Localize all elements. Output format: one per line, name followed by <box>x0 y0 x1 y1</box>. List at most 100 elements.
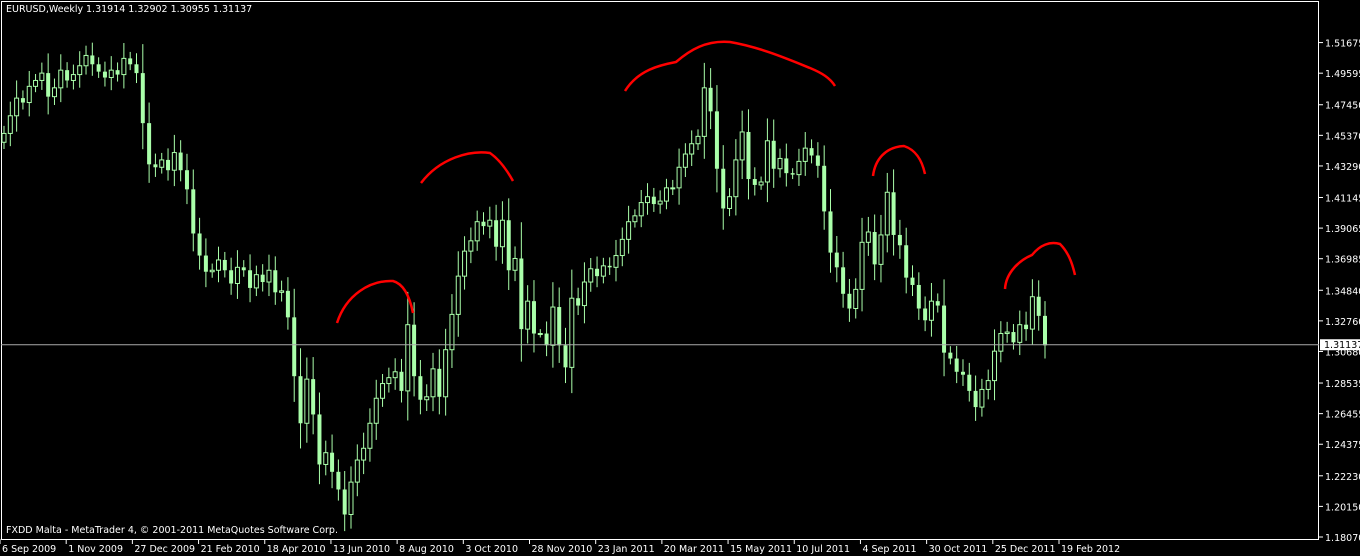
candle-body <box>191 189 196 234</box>
time-axis: 6 Sep 2009 1 Nov 2009 27 Dec 2009 21 Feb 20… <box>0 539 1120 555</box>
candle-body <box>979 388 985 408</box>
candle-body <box>14 97 20 117</box>
candle-body <box>386 377 392 385</box>
candle-body <box>708 87 713 112</box>
candle-body <box>1029 296 1035 330</box>
candle-body <box>689 143 695 155</box>
candle-body <box>992 350 998 382</box>
date-tick-label: 20 Mar 2011 <box>664 544 724 555</box>
candle-body <box>512 257 518 271</box>
candle-body <box>670 187 676 190</box>
candle-body <box>884 191 890 236</box>
candle-body <box>487 219 493 227</box>
candle-body <box>323 452 329 465</box>
candle-body <box>462 250 468 277</box>
candle-body <box>234 266 240 285</box>
candle-body <box>985 380 991 390</box>
candle-body <box>758 181 764 186</box>
candle-body <box>171 152 177 171</box>
candle-body <box>229 270 234 284</box>
candle-body <box>853 288 859 310</box>
price-tick-label: 1.32760 <box>1325 317 1360 328</box>
candle-body <box>273 270 278 293</box>
candle-body <box>537 333 543 336</box>
candle-body <box>121 57 127 76</box>
candle-body <box>292 317 297 377</box>
candle-body <box>588 268 594 283</box>
candle-body <box>695 135 701 145</box>
candle-body <box>581 281 587 307</box>
annotation-arc <box>623 40 837 92</box>
candles-layer <box>1 42 1047 532</box>
candle-body <box>935 301 940 306</box>
candle-body <box>33 79 39 87</box>
candle-body <box>481 221 486 227</box>
candle-body <box>645 196 651 204</box>
candle-body <box>923 308 928 321</box>
annotations-layer <box>335 40 1077 324</box>
candle-body <box>746 131 751 180</box>
candle-body <box>563 345 568 368</box>
candle-body <box>1036 296 1041 316</box>
candle-body <box>777 157 783 170</box>
candle-body <box>771 140 776 169</box>
date-tick-label: 6 Sep 2009 <box>2 544 56 555</box>
candle-body <box>311 379 316 415</box>
candle-body <box>525 300 531 330</box>
candle-body <box>39 72 45 81</box>
candle-body <box>392 371 398 379</box>
candle-body <box>51 87 57 98</box>
candle-body <box>279 290 285 293</box>
candle-body <box>342 489 347 515</box>
candle-body <box>663 187 669 202</box>
price-tick-label: 1.20150 <box>1325 502 1360 513</box>
candle-body <box>796 160 802 176</box>
candle-body <box>752 179 757 185</box>
candle-body <box>595 268 600 277</box>
candle-body <box>354 459 360 483</box>
price-tick-label: 1.36985 <box>1325 255 1360 266</box>
date-tick-label: 28 Nov 2010 <box>532 544 593 555</box>
price-tick-label: 1.18070 <box>1325 533 1360 544</box>
price-tick-label: 1.49595 <box>1325 69 1360 80</box>
candle-body <box>361 447 367 461</box>
price-chart[interactable]: EURUSD,Weekly 1.31914 1.32902 1.30955 1.… <box>0 0 1360 556</box>
candle-body <box>159 159 165 168</box>
candle-body <box>626 221 632 240</box>
candle-body <box>809 148 814 156</box>
candle-body <box>998 333 1004 352</box>
annotation-arc <box>871 144 927 177</box>
candle-body <box>834 252 839 268</box>
date-tick-label: 15 May 2011 <box>730 544 792 555</box>
candle-body <box>557 307 562 346</box>
candle-body <box>701 87 707 137</box>
candle-body <box>733 159 739 198</box>
candle-body <box>506 220 511 271</box>
date-tick-label: 27 Dec 2009 <box>134 544 195 555</box>
candle-body <box>948 352 953 359</box>
candle-body <box>569 297 575 368</box>
price-tick-label: 1.22230 <box>1325 472 1360 483</box>
candle-body <box>260 274 265 283</box>
candle-body <box>399 371 404 391</box>
candle-body <box>65 70 70 81</box>
candle-body <box>519 258 524 330</box>
candle-body <box>96 64 101 72</box>
candle-body <box>1 132 7 143</box>
candle-body <box>266 269 272 283</box>
candle-body <box>828 211 833 253</box>
date-tick-label: 25 Dec 2011 <box>995 544 1056 555</box>
date-tick-label: 3 Oct 2010 <box>465 544 518 555</box>
candle-body <box>298 376 303 424</box>
plot-border <box>1 1 1319 540</box>
candle-body <box>1011 332 1016 343</box>
candle-body <box>367 422 373 449</box>
candle-body <box>657 200 663 205</box>
candle-body <box>153 164 158 168</box>
candle-body <box>638 202 644 217</box>
price-tick-label: 1.43290 <box>1325 162 1360 173</box>
date-tick-label: 18 Apr 2010 <box>267 544 326 555</box>
candle-body <box>424 396 430 401</box>
candle-body <box>531 301 536 334</box>
date-tick-label: 30 Oct 2011 <box>929 544 988 555</box>
